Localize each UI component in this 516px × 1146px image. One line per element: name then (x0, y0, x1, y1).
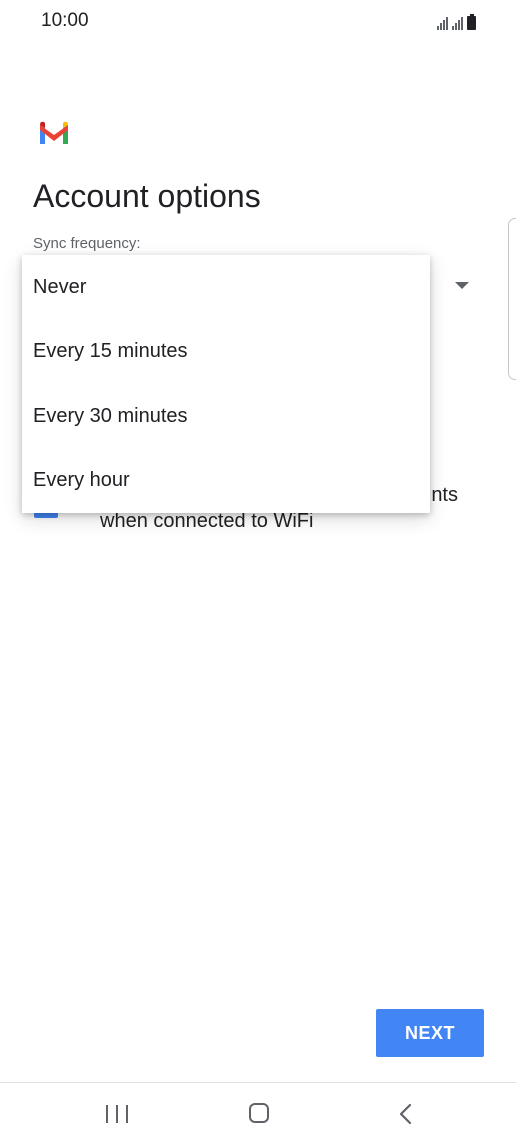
signal-icon (437, 16, 448, 30)
menu-item-every-15-minutes[interactable]: Every 15 minutes (22, 320, 430, 385)
menu-item-every-30-minutes[interactable]: Every 30 minutes (22, 384, 430, 449)
battery-icon (467, 14, 476, 30)
menu-item-every-hour[interactable]: Every hour (22, 449, 430, 514)
recents-icon[interactable] (106, 1105, 128, 1123)
screen: 10:00 Account options Sync frequency: nt… (0, 0, 516, 1146)
status-time: 10:00 (41, 10, 89, 31)
menu-item-never[interactable]: Never (22, 255, 430, 320)
status-icons (437, 12, 476, 30)
gmail-logo (40, 121, 68, 144)
scroll-edge (508, 218, 516, 380)
sync-frequency-label: Sync frequency: (33, 235, 141, 252)
nav-bar (0, 1083, 516, 1146)
home-icon[interactable] (249, 1103, 269, 1123)
dropdown-arrow-icon[interactable] (455, 282, 469, 289)
page-title: Account options (33, 178, 261, 214)
sync-frequency-menu: Never Every 15 minutes Every 30 minutes … (22, 255, 430, 513)
back-icon[interactable] (396, 1103, 416, 1125)
signal-icon (452, 16, 463, 30)
next-button[interactable]: NEXT (376, 1009, 484, 1057)
